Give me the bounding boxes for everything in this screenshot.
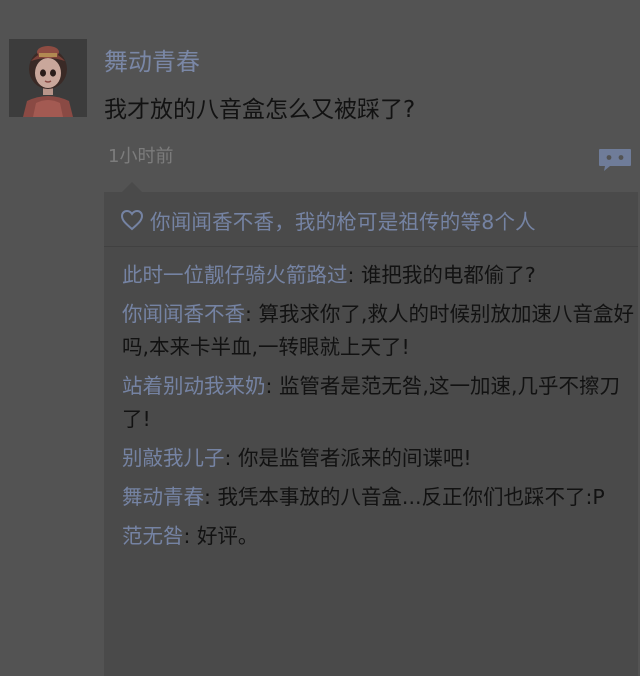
likes-row: 你闻闻香不香，我的枪可是祖传的等8个人	[120, 205, 536, 235]
comment-item[interactable]: 你闻闻香不香: 算我求你了,救人的时候别放加速八音盒好吗,本来卡半血,一转眼就上…	[122, 298, 634, 364]
comment-author[interactable]: 范无咎	[122, 524, 184, 548]
post-timestamp: 1小时前	[108, 146, 174, 167]
character-avatar-icon	[9, 39, 87, 117]
comment-author[interactable]: 站着别动我来奶	[122, 374, 266, 398]
divider	[104, 246, 638, 247]
comment-item[interactable]: 此时一位靓仔骑火箭路过: 谁把我的电都偷了?	[122, 259, 634, 292]
comment-item[interactable]: 舞动青春: 我凭本事放的八音盒...反正你们也踩不了:P	[122, 481, 634, 514]
comment-author[interactable]: 此时一位靓仔骑火箭路过	[122, 263, 348, 287]
comment-separator: :	[224, 446, 238, 470]
comment-text: 你是监管者派来的间谍吧!	[237, 446, 472, 470]
comment-item[interactable]: 范无咎: 好评。	[122, 520, 634, 553]
post-text: 我才放的八音盒怎么又被踩了?	[104, 97, 416, 123]
comment-author[interactable]: 舞动青春	[122, 485, 204, 509]
comment-button[interactable]	[598, 147, 632, 173]
comment-author[interactable]: 你闻闻香不香	[122, 302, 245, 326]
comment-text: 我凭本事放的八音盒...反正你们也踩不了:P	[217, 485, 605, 509]
comment-item[interactable]: 别敲我儿子: 你是监管者派来的间谍吧!	[122, 442, 634, 475]
comment-panel: 你闻闻香不香，我的枪可是祖传的等8个人 此时一位靓仔骑火箭路过: 谁把我的电都偷…	[104, 182, 638, 676]
comment-item[interactable]: 站着别动我来奶: 监管者是范无咎,这一加速,几乎不擦刀了!	[122, 370, 634, 436]
comment-separator: :	[245, 302, 259, 326]
comment-separator: :	[347, 263, 361, 287]
comment-bubble-icon	[599, 149, 631, 171]
comment-author[interactable]: 别敲我儿子	[122, 446, 225, 470]
avatar[interactable]	[9, 39, 87, 117]
comment-list: 此时一位靓仔骑火箭路过: 谁把我的电都偷了? 你闻闻香不香: 算我求你了,救人的…	[122, 259, 634, 553]
comment-separator: :	[183, 524, 197, 548]
comment-text: 谁把我的电都偷了?	[360, 263, 536, 287]
comment-text: 好评。	[196, 524, 259, 548]
likes-text[interactable]: 你闻闻香不香，我的枪可是祖传的等8个人	[150, 205, 536, 235]
post-author-name[interactable]: 舞动青春	[104, 42, 200, 77]
comment-separator: :	[265, 374, 279, 398]
heart-outline-icon	[120, 209, 144, 231]
comment-separator: :	[204, 485, 218, 509]
